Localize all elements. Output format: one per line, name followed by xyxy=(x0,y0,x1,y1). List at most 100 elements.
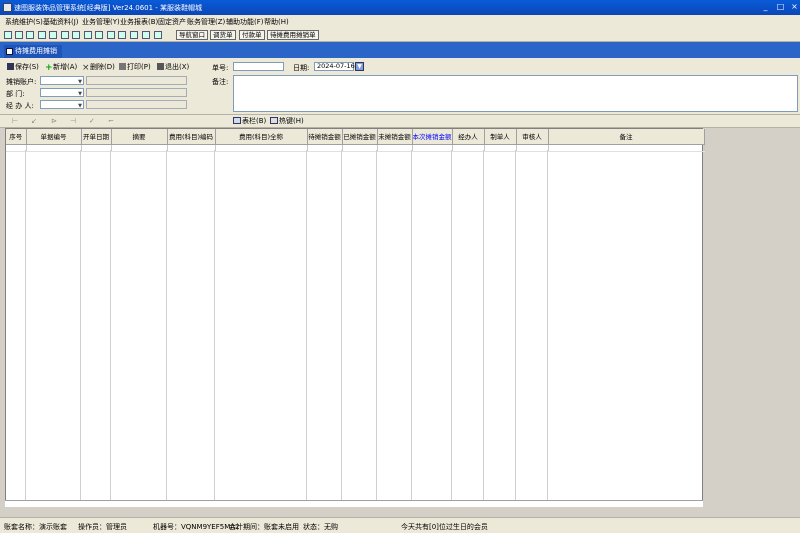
prev-record-icon[interactable]: ↙ xyxy=(31,117,37,125)
col-header-amortized[interactable]: 已摊销金额 xyxy=(342,129,378,145)
col-header-summary[interactable]: 摘要 xyxy=(111,129,168,145)
save-button[interactable]: 保存(S) xyxy=(7,62,39,72)
keyboard-icon xyxy=(270,117,278,124)
grid-divider xyxy=(483,150,484,501)
add-button[interactable]: +新增(A) xyxy=(45,62,77,73)
table-icon xyxy=(233,117,241,124)
status-state: 状态：无购 xyxy=(303,523,338,531)
grid-divider xyxy=(306,150,307,501)
window-title: 速图服装饰品管理系统[经典版] Ver24.0601 - 某服装鞋帽城 xyxy=(14,4,203,12)
grid-footer-row xyxy=(5,500,703,507)
col-header-pending[interactable]: 待摊销金额 xyxy=(307,129,343,145)
col-header-current-amount[interactable]: 本次摊销金额 xyxy=(412,129,453,145)
account-select[interactable]: ▼ xyxy=(40,76,84,85)
tab-amortization[interactable]: 待摊费用摊销单 xyxy=(4,45,62,67)
col-header-remark[interactable]: 备注 xyxy=(548,129,705,145)
nav-window-button[interactable]: 导航窗口 xyxy=(176,30,208,40)
col-header-date[interactable]: 开单日期 xyxy=(81,129,112,145)
calc-icon[interactable] xyxy=(61,31,69,39)
menu-aux[interactable]: 辅助功能(F) xyxy=(226,17,264,27)
list-icon[interactable] xyxy=(38,31,46,39)
menu-business[interactable]: 业务管理(Y) xyxy=(82,17,120,27)
exit-button[interactable]: 退出(X) xyxy=(157,62,189,72)
amortization-order-button[interactable]: 待摊费用摊销单 xyxy=(267,30,319,40)
grid-body-lines xyxy=(5,150,703,501)
columns-button[interactable]: 表栏(B) xyxy=(233,116,266,126)
first-record-icon[interactable]: ⊢ xyxy=(12,117,18,125)
menu-system[interactable]: 系统维护(S) xyxy=(5,17,43,27)
report-icon[interactable] xyxy=(49,31,57,39)
handler-label: 经 办 人: xyxy=(6,102,34,110)
grid-divider xyxy=(25,150,26,501)
open-icon[interactable] xyxy=(15,31,23,39)
col-header-reviewer[interactable]: 审核人 xyxy=(516,129,549,145)
col-header-unamortized[interactable]: 未摊销金额 xyxy=(377,129,413,145)
copy-icon[interactable] xyxy=(26,31,34,39)
grid-divider xyxy=(376,150,377,501)
handler-select[interactable]: ▼ xyxy=(40,100,84,109)
dept-label: 部 门: xyxy=(6,90,25,98)
menu-accounting[interactable]: 账务管理(Z) xyxy=(187,17,225,27)
new-doc-icon[interactable] xyxy=(4,31,12,39)
col-header-expense-name[interactable]: 费用(科目)全称 xyxy=(215,129,308,145)
printer-icon xyxy=(119,63,126,70)
col-header-handler[interactable]: 经办人 xyxy=(452,129,485,145)
save-disk-icon[interactable] xyxy=(118,31,126,39)
grid-divider xyxy=(341,150,342,501)
grid-header: 序号 单据编号 开单日期 摘要 费用(科目)编码 费用(科目)全称 待摊销金额 … xyxy=(6,129,705,152)
exit-icon[interactable] xyxy=(154,31,162,39)
close-button[interactable]: × xyxy=(789,2,800,13)
grid-divider xyxy=(110,150,111,501)
date-field[interactable]: 2024-07-16 xyxy=(314,62,355,71)
menu-help[interactable]: 帮助(H) xyxy=(264,17,289,27)
settings-icon[interactable] xyxy=(84,31,92,39)
grid-divider xyxy=(515,150,516,501)
col-header-expense-code[interactable]: 费用(科目)编码 xyxy=(167,129,216,145)
main-toolbar: 导航窗口 调货单 付款单 待摊费用摊销单 xyxy=(0,28,800,42)
col-header-doc-no[interactable]: 单据编号 xyxy=(26,129,82,145)
undo-icon[interactable]: ⌐ xyxy=(108,117,114,125)
confirm-icon[interactable]: ✓ xyxy=(89,117,95,125)
mail-icon[interactable] xyxy=(107,31,115,39)
exit-door-icon xyxy=(157,63,164,70)
grid-divider xyxy=(451,150,452,501)
status-period: 会计期间：账套未启用 xyxy=(229,523,299,531)
app-icon xyxy=(3,3,12,12)
account-label: 摊销账户: xyxy=(6,78,37,86)
maximize-button[interactable]: □ xyxy=(775,2,786,13)
date-picker-button[interactable]: ▼ xyxy=(355,62,364,71)
next-record-icon[interactable]: ⊳ xyxy=(51,117,57,125)
tools-icon[interactable] xyxy=(95,31,103,39)
col-header-seq[interactable]: 序号 xyxy=(6,129,27,145)
document-tab-strip xyxy=(0,42,800,58)
help-icon[interactable] xyxy=(142,31,150,39)
dept-select[interactable]: ▼ xyxy=(40,88,84,97)
print-icon[interactable] xyxy=(130,31,138,39)
delete-icon: × xyxy=(82,63,90,73)
remark-label: 备注: xyxy=(212,78,229,86)
handler-name-field xyxy=(86,100,187,109)
last-record-icon[interactable]: ⊣ xyxy=(70,117,76,125)
grid-divider xyxy=(80,150,81,501)
plus-icon: + xyxy=(45,63,53,73)
menu-basic-data[interactable]: 基础资料(J) xyxy=(43,17,79,27)
user-icon[interactable] xyxy=(72,31,80,39)
title-bar: 速图服装饰品管理系统[经典版] Ver24.0601 - 某服装鞋帽城 _ □ … xyxy=(0,0,800,15)
remark-textarea[interactable] xyxy=(233,75,798,112)
status-operator: 操作员：管理员 xyxy=(78,523,127,531)
status-account-set: 账套名称：演示账套 xyxy=(4,523,67,531)
minimize-button[interactable]: _ xyxy=(760,2,771,13)
transfer-order-button[interactable]: 调货单 xyxy=(210,30,236,40)
hotkey-button[interactable]: 热键(H) xyxy=(270,116,304,126)
delete-button[interactable]: ×删除(D) xyxy=(82,62,115,73)
payment-order-button[interactable]: 付款单 xyxy=(239,30,265,40)
dept-name-field xyxy=(86,88,187,97)
chevron-down-icon: ▼ xyxy=(78,103,82,109)
menu-bar: 系统维护(S) 基础资料(J) 业务管理(Y) 业务报表(B) 固定资产 账务管… xyxy=(0,15,800,28)
menu-fixed-assets[interactable]: 固定资产 xyxy=(158,17,186,27)
doc-no-field[interactable] xyxy=(233,62,284,71)
print-button[interactable]: 打印(P) xyxy=(119,62,151,72)
menu-reports[interactable]: 业务报表(B) xyxy=(120,17,158,27)
col-header-creator[interactable]: 制单人 xyxy=(484,129,517,145)
chevron-down-icon: ▼ xyxy=(78,79,82,85)
